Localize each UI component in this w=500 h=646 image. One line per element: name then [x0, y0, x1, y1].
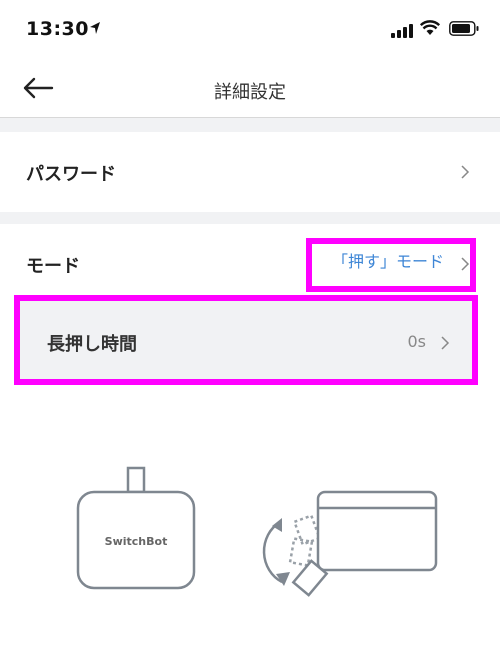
chevron-right-icon	[461, 257, 470, 271]
device-label: SwitchBot	[105, 535, 168, 548]
section-gap	[0, 118, 500, 132]
nav-bar: 詳細設定	[0, 58, 500, 122]
status-time: 13:30	[26, 18, 89, 40]
page-title: 詳細設定	[214, 82, 286, 103]
status-bar: 13:30	[0, 0, 500, 58]
chevron-right-icon	[441, 336, 450, 350]
arrow-head-icon	[272, 518, 282, 532]
mode-label: モード	[26, 256, 80, 277]
wall-switch-plate	[316, 490, 438, 572]
long-press-label: 長押し時間	[47, 334, 137, 355]
password-label: パスワード	[26, 164, 116, 185]
mode-value: 「押す」モード	[331, 252, 444, 271]
battery-icon	[449, 21, 479, 36]
switchbot-illustration: SwitchBot	[76, 466, 438, 597]
long-press-row[interactable]: 長押し時間 0s	[20, 301, 472, 379]
mode-row[interactable]: モード 「押す」モード	[0, 224, 500, 300]
section-gap	[0, 212, 500, 224]
rotate-arc	[262, 520, 283, 584]
password-row[interactable]: パスワード	[0, 132, 500, 212]
chevron-right-icon	[461, 165, 470, 179]
long-press-value: 0s	[407, 332, 426, 351]
wifi-icon	[420, 20, 440, 35]
signal-icon	[391, 24, 413, 38]
device-button-tab	[126, 466, 146, 494]
arm-motion-dotted	[288, 514, 322, 567]
location-arrow-icon	[90, 22, 100, 34]
back-arrow-icon[interactable]	[22, 76, 54, 100]
